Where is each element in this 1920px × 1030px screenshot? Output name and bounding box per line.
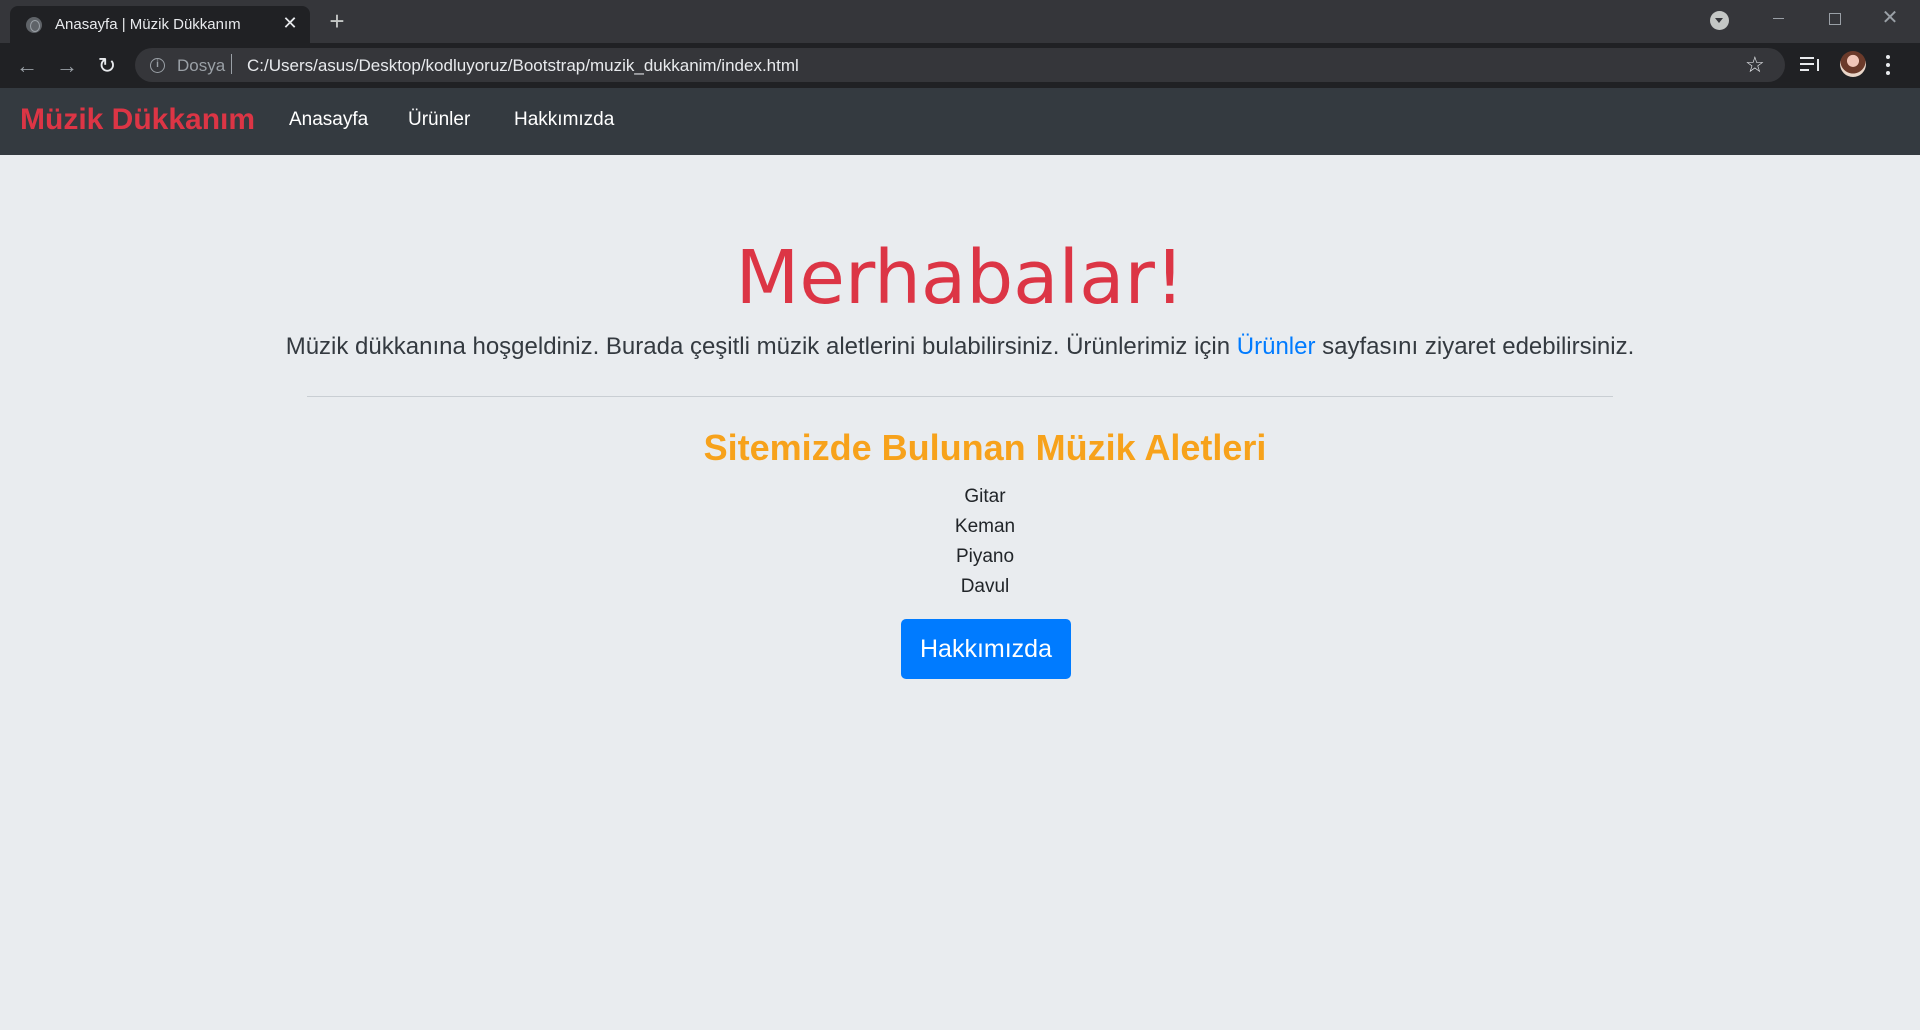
plus-icon[interactable]: +	[325, 8, 349, 34]
divider	[307, 396, 1613, 397]
address-url[interactable]: C:/Users/asus/Desktop/kodluyoruz/Bootstr…	[247, 56, 799, 76]
tab-title: Anasayfa | Müzik Dükkanım	[55, 16, 241, 33]
about-button[interactable]: Hakkımızda	[901, 619, 1071, 679]
nav-link-anasayfa[interactable]: Anasayfa	[289, 109, 368, 131]
minimize-button[interactable]	[1750, 0, 1806, 36]
instrument-list: Gitar Keman Piyano Davul	[0, 482, 1920, 602]
browser-tab[interactable]: Anasayfa | Müzik Dükkanım ✕	[10, 6, 310, 43]
welcome-text: Müzik dükkanına hoşgeldiniz. Burada çeşi…	[0, 333, 1920, 361]
window-close-button[interactable]: ✕	[1862, 0, 1918, 36]
list-item: Gitar	[964, 486, 1006, 507]
restore-button[interactable]	[1806, 0, 1862, 36]
media-control-icon[interactable]	[1800, 57, 1820, 73]
globe-icon	[26, 17, 42, 33]
forward-icon[interactable]: →	[53, 52, 81, 80]
browser-tab-strip: Anasayfa | Müzik Dükkanım ✕ + ✕	[0, 0, 1920, 43]
nav-link-urunler[interactable]: Ürünler	[408, 109, 470, 131]
navbar-brand[interactable]: Müzik Dükkanım	[20, 103, 255, 137]
lead-text-end: sayfasını ziyaret edebilirsiniz.	[1315, 333, 1635, 360]
lead-text-start: Müzik dükkanına hoşgeldiniz. Burada çeşi…	[285, 333, 1237, 360]
address-scheme: Dosya	[177, 56, 226, 75]
page-title: Merhabalar!	[735, 235, 1185, 321]
browser-toolbar: ← → ↻ i Dosya C:/Users/asus/Desktop/kodl…	[0, 43, 1920, 88]
back-icon[interactable]: ←	[13, 52, 41, 80]
list-item: Davul	[960, 576, 1010, 597]
close-icon[interactable]: ✕	[280, 13, 300, 33]
tab-search-icon[interactable]	[1710, 11, 1729, 30]
section-title: Sitemizde Bulunan Müzik Aletleri	[703, 427, 1267, 468]
profile-avatar[interactable]	[1840, 51, 1866, 77]
star-icon[interactable]: ☆	[1745, 51, 1765, 79]
reload-icon[interactable]: ↻	[93, 52, 121, 80]
products-link[interactable]: Ürünler	[1237, 333, 1316, 360]
list-item: Piyano	[955, 546, 1015, 567]
list-item: Keman	[954, 516, 1016, 537]
address-divider	[231, 54, 232, 74]
site-navbar: Müzik Dükkanım Anasayfa Ürünler Hakkımız…	[0, 88, 1920, 155]
kebab-menu-icon[interactable]	[1885, 55, 1891, 75]
info-icon[interactable]: i	[150, 58, 165, 73]
address-bar[interactable]: i Dosya C:/Users/asus/Desktop/kodluyoruz…	[135, 48, 1785, 82]
nav-link-hakkimizda[interactable]: Hakkımızda	[514, 109, 614, 131]
